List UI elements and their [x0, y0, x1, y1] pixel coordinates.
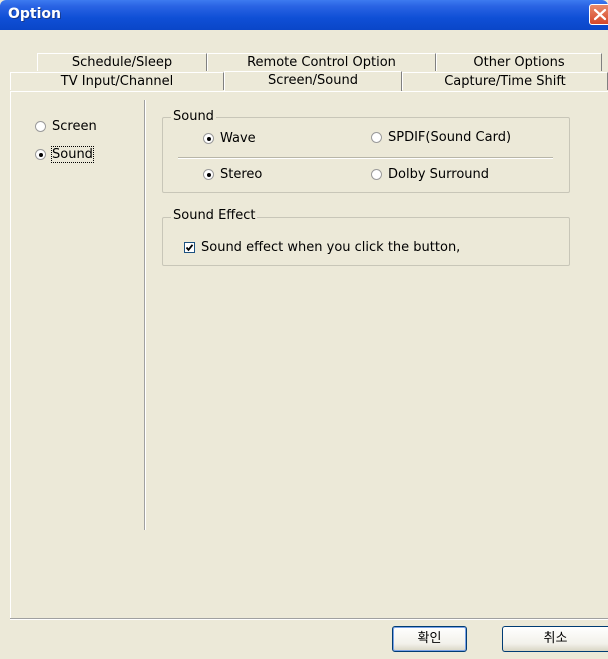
dolby-surround-label: Dolby Surround: [388, 167, 490, 182]
spdif-option[interactable]: SPDIF(Sound Card): [371, 130, 511, 145]
spdif-label: SPDIF(Sound Card): [388, 130, 512, 145]
wave-label: Wave: [220, 131, 256, 146]
tab-capture-time-shift[interactable]: Capture/Time Shift: [402, 72, 608, 90]
panel-divider: [144, 100, 146, 530]
cancel-button[interactable]: 취소: [502, 626, 608, 652]
sound-option[interactable]: Sound: [35, 146, 94, 163]
screen-radio-icon[interactable]: [35, 121, 46, 132]
stereo-option[interactable]: Stereo: [203, 167, 262, 182]
tab-remote-control-option[interactable]: Remote Control Option: [207, 53, 436, 71]
window-title: Option: [8, 6, 61, 22]
close-button[interactable]: [589, 4, 608, 25]
sound-radio-icon[interactable]: [35, 149, 46, 160]
sound-effect-group-title: Sound Effect: [171, 208, 258, 223]
sound-effect-option[interactable]: Sound effect when you click the button,: [184, 240, 460, 255]
wave-radio-icon[interactable]: [203, 133, 214, 144]
tab-tv-input-channel[interactable]: TV Input/Channel: [10, 72, 224, 90]
sound-effect-checkbox[interactable]: [184, 242, 195, 253]
checkmark-icon: [185, 244, 194, 252]
tab-other-options[interactable]: Other Options: [436, 53, 602, 71]
title-bar[interactable]: Option: [0, 0, 608, 30]
sound-group-title: Sound: [171, 109, 216, 124]
tab-screen-sound[interactable]: Screen/Sound: [224, 71, 402, 91]
sound-option-label: Sound: [51, 146, 94, 163]
screen-option-label: Screen: [52, 119, 97, 134]
sound-effect-label: Sound effect when you click the button,: [201, 240, 461, 255]
dolby-surround-option[interactable]: Dolby Surround: [371, 167, 489, 182]
stereo-label: Stereo: [220, 167, 263, 182]
button-area-separator: [10, 618, 608, 620]
option-dialog: Option Schedule/Sleep Remote Control Opt…: [0, 0, 608, 659]
dolby-radio-icon[interactable]: [371, 169, 382, 180]
spdif-radio-icon[interactable]: [371, 132, 382, 143]
stereo-radio-icon[interactable]: [203, 169, 214, 180]
screen-option[interactable]: Screen: [35, 119, 97, 134]
ok-button[interactable]: 확인: [392, 626, 467, 652]
tab-schedule-sleep[interactable]: Schedule/Sleep: [37, 53, 207, 71]
wave-option[interactable]: Wave: [203, 131, 256, 146]
sound-group-separator: [178, 157, 553, 159]
